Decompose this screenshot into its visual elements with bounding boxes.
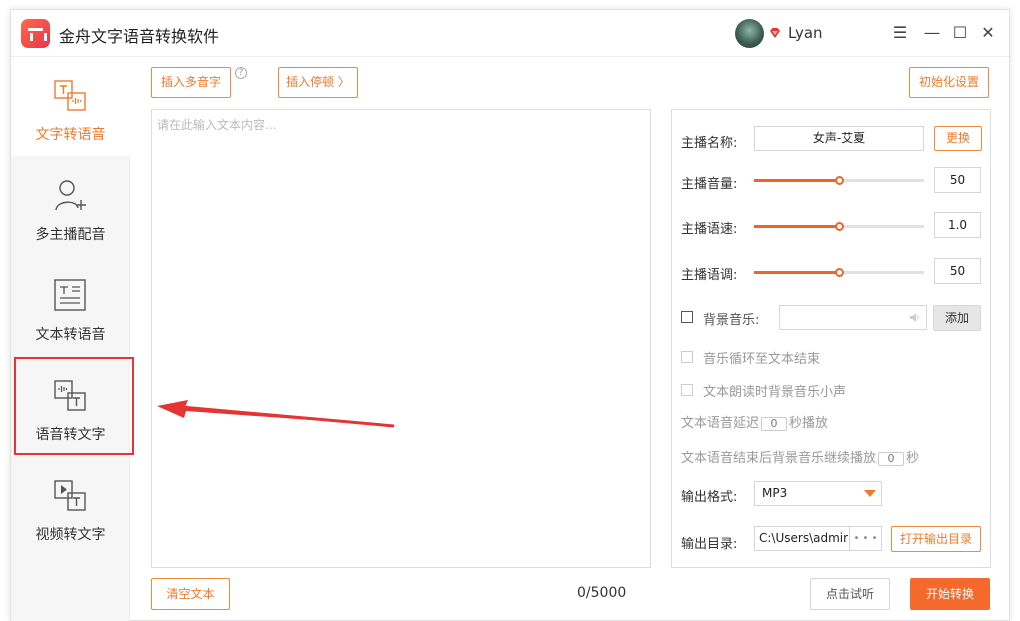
annotation-arrow-icon	[157, 400, 395, 428]
